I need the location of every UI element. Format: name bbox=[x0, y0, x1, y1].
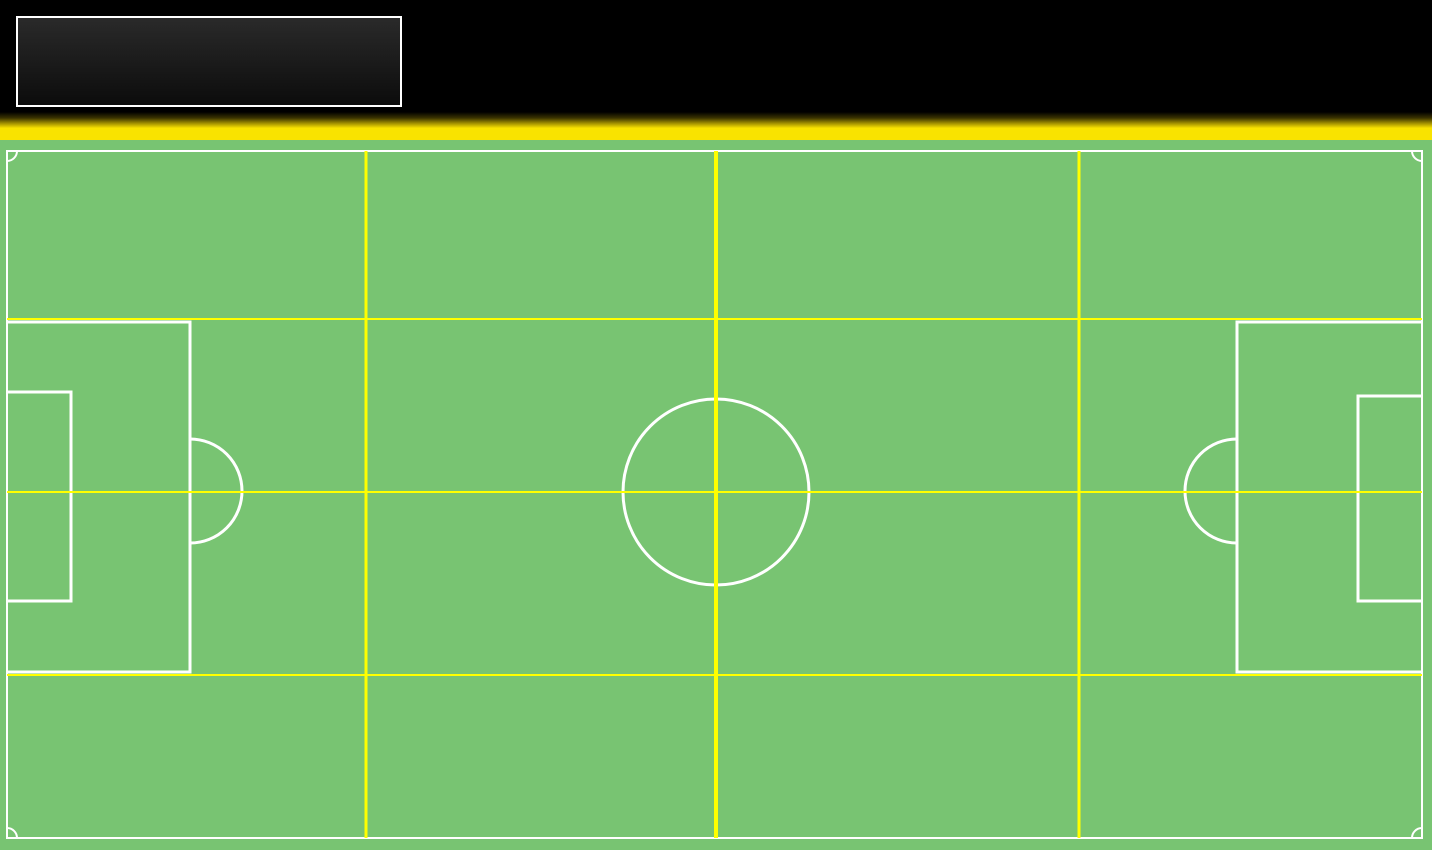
football-pitch[interactable] bbox=[0, 140, 1432, 850]
header-bar bbox=[0, 0, 1432, 128]
title-box bbox=[16, 16, 402, 107]
accent-stripe bbox=[0, 128, 1432, 140]
pitch-canvas[interactable] bbox=[0, 140, 1432, 850]
